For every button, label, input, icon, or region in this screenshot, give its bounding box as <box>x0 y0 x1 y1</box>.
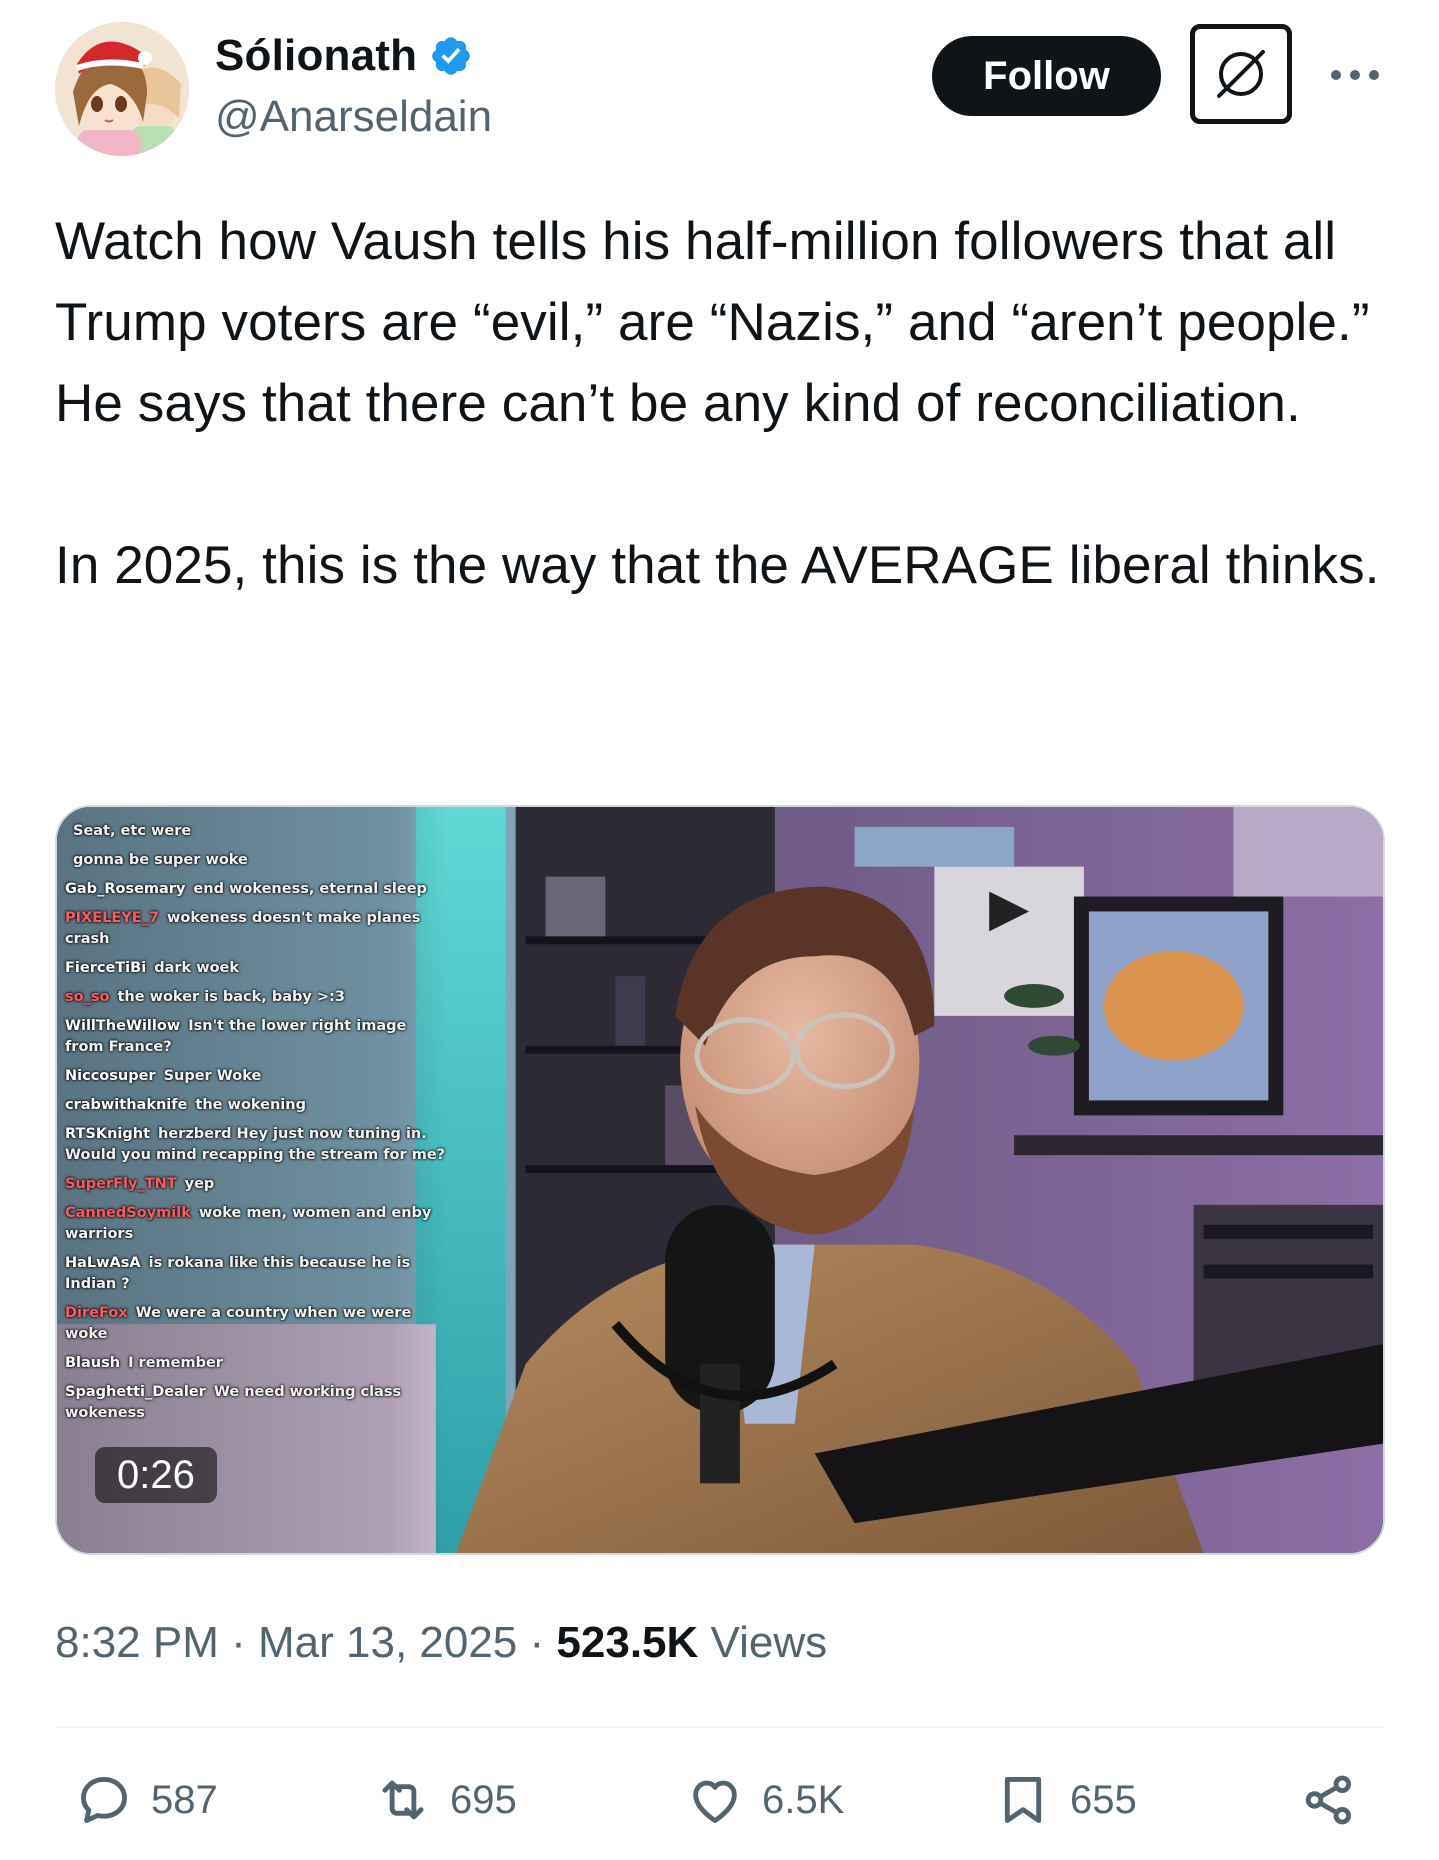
chat-message: Blaush I remember <box>65 1355 223 1371</box>
follow-button[interactable]: Follow <box>932 36 1161 116</box>
chat-message: HaLwAsA is rokana like this because he is… <box>65 1255 411 1292</box>
chat-message: WillTheWillow Isn't the lower right image… <box>65 1018 407 1055</box>
chat-message: Spaghetti_Dealer We need working class wo… <box>65 1384 402 1421</box>
grok-button[interactable] <box>1190 24 1292 124</box>
tweet-date[interactable]: Mar 13, 2025 <box>258 1618 517 1667</box>
chat-message: Seat, etc were <box>73 823 192 839</box>
bookmark-count: 655 <box>1070 1777 1137 1822</box>
views-count: 523.5K <box>556 1618 699 1667</box>
views-label: Views <box>710 1618 828 1667</box>
divider <box>55 1726 1385 1728</box>
chat-message: RTSKnight herzberd Hey just now tuning in… <box>65 1126 446 1163</box>
chat-message: Gab_Rosemary end wokeness, eternal sleep <box>65 881 427 897</box>
tweet-text: Watch how Vaush tells his half-million f… <box>55 201 1395 606</box>
chat-message: PIXELEYE_7 wokeness doesn't make planes c… <box>65 910 421 947</box>
stream-chat-overlay: Seat, etc were gonna be super woke Gab_R… <box>57 807 447 1553</box>
meta-separator: · <box>529 1618 545 1667</box>
avatar[interactable] <box>55 22 189 156</box>
repost-button[interactable]: 695 <box>374 1770 517 1830</box>
video-player[interactable]: Seat, etc were gonna be super woke Gab_R… <box>55 805 1385 1555</box>
verified-badge-icon <box>432 37 471 75</box>
reply-count: 587 <box>151 1777 218 1822</box>
tweet-card: Sólionath @Anarseldain Follow Watch how … <box>0 0 1439 1860</box>
reply-button[interactable]: 587 <box>75 1770 218 1830</box>
grok-icon <box>1217 50 1265 98</box>
chat-message: CannedSoymilk woke men, women and enby wa… <box>65 1205 432 1242</box>
tweet-time[interactable]: 8:32 PM <box>55 1618 219 1667</box>
tweet-paragraph: In 2025, this is the way that the AVERAG… <box>55 536 1380 595</box>
share-icon <box>1305 1775 1351 1825</box>
reply-icon <box>81 1777 127 1823</box>
share-button[interactable] <box>1300 1770 1358 1830</box>
bookmark-icon <box>1004 1777 1042 1823</box>
tweet-meta: 8:32 PM · Mar 13, 2025 · 523.5K Views <box>55 1618 827 1668</box>
chat-message: gonna be super woke <box>73 852 248 868</box>
author-display-name[interactable]: Sólionath <box>215 31 417 81</box>
author-name-row: Sólionath <box>215 28 473 84</box>
repost-count: 695 <box>450 1777 517 1822</box>
meta-separator: · <box>231 1618 246 1667</box>
author-handle[interactable]: @Anarseldain <box>215 92 492 142</box>
video-duration-badge: 0:26 <box>95 1447 217 1503</box>
like-button[interactable]: 6.5K <box>686 1770 844 1830</box>
bookmark-button[interactable]: 655 <box>994 1770 1137 1830</box>
heart-icon <box>693 1780 737 1823</box>
chat-message: DireFox We were a country when we were wo… <box>65 1305 412 1342</box>
chat-message: SuperFly_TNT yep <box>65 1176 215 1192</box>
chat-message: so_so the woker is back, baby >:3 <box>65 989 345 1005</box>
repost-icon <box>382 1780 424 1820</box>
anime-avatar-icon <box>55 22 189 156</box>
more-icon <box>1331 70 1379 80</box>
like-count: 6.5K <box>762 1777 845 1822</box>
more-options-button[interactable] <box>1325 50 1385 100</box>
chat-message: FierceTiBi dark woek <box>65 960 240 976</box>
chat-message: crabwithaknife the wokening <box>65 1097 306 1113</box>
tweet-paragraph: Watch how Vaush tells his half-million f… <box>55 212 1370 433</box>
chat-message: Niccosuper Super Woke <box>65 1068 262 1084</box>
